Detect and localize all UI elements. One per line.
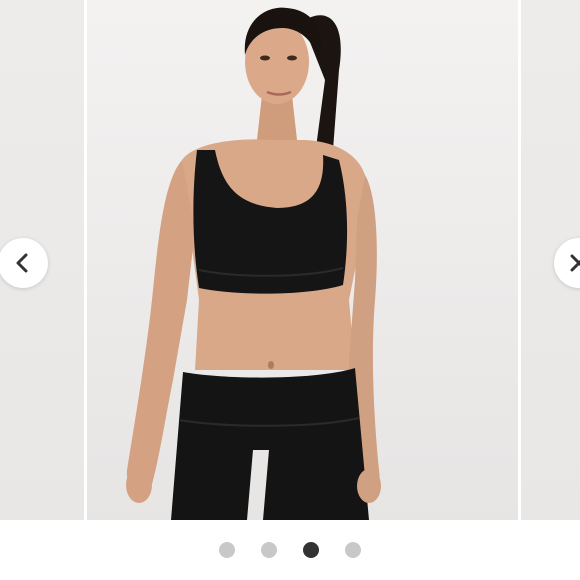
chevron-left-icon bbox=[16, 253, 28, 273]
pagination-dot-4[interactable] bbox=[345, 542, 361, 558]
image-gallery bbox=[0, 0, 580, 580]
current-slide-photo bbox=[87, 0, 518, 520]
model-photo bbox=[126, 7, 381, 520]
carousel-pagination bbox=[0, 520, 580, 580]
pagination-dot-2[interactable] bbox=[261, 542, 277, 558]
pagination-dot-3-active[interactable] bbox=[303, 542, 319, 558]
image-carousel[interactable] bbox=[0, 0, 580, 520]
previous-image-button[interactable] bbox=[0, 238, 48, 288]
close-x-icon bbox=[570, 254, 580, 272]
pagination-dot-1[interactable] bbox=[219, 542, 235, 558]
